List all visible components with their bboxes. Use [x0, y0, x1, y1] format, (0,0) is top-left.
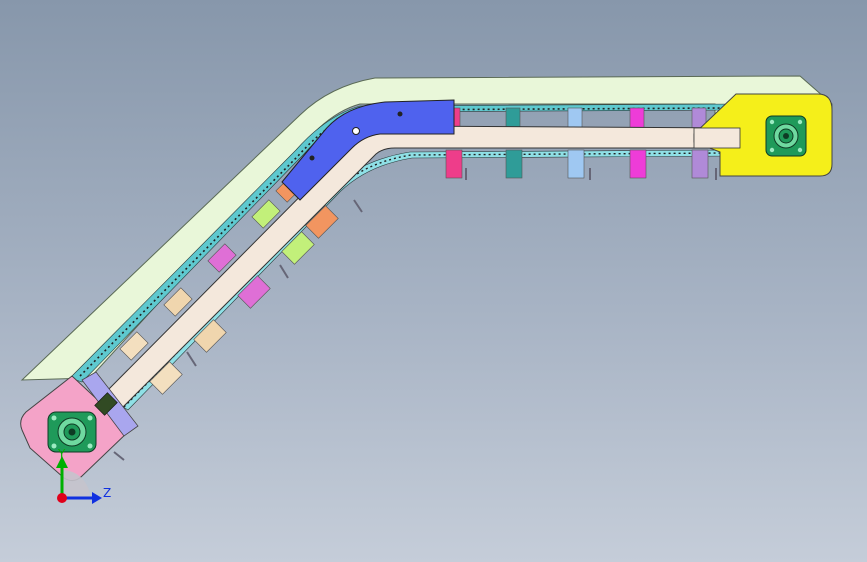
cleat[interactable] [691, 149, 709, 179]
z-axis-label: Z [103, 486, 111, 500]
lower-motor[interactable] [47, 411, 97, 453]
cad-viewport[interactable]: Z Y [0, 0, 867, 562]
cleat[interactable] [445, 149, 463, 179]
cleat[interactable] [505, 149, 523, 179]
chain-rail-dots-bottom [123, 152, 731, 408]
z-axis-arrow [92, 492, 102, 504]
x-axis-dot [57, 493, 67, 503]
bolt [352, 127, 360, 135]
upper-motor[interactable] [765, 115, 807, 157]
triad-arc [62, 470, 90, 498]
cleat[interactable] [629, 149, 647, 179]
upper-beam-end [693, 127, 741, 149]
bolt [397, 111, 403, 117]
cleat[interactable] [567, 149, 585, 179]
chain-rail-inner [119, 149, 736, 411]
conveyor-model[interactable]: Z Y [0, 0, 867, 562]
bolt [309, 155, 315, 161]
y-axis-label: Y [57, 447, 66, 461]
